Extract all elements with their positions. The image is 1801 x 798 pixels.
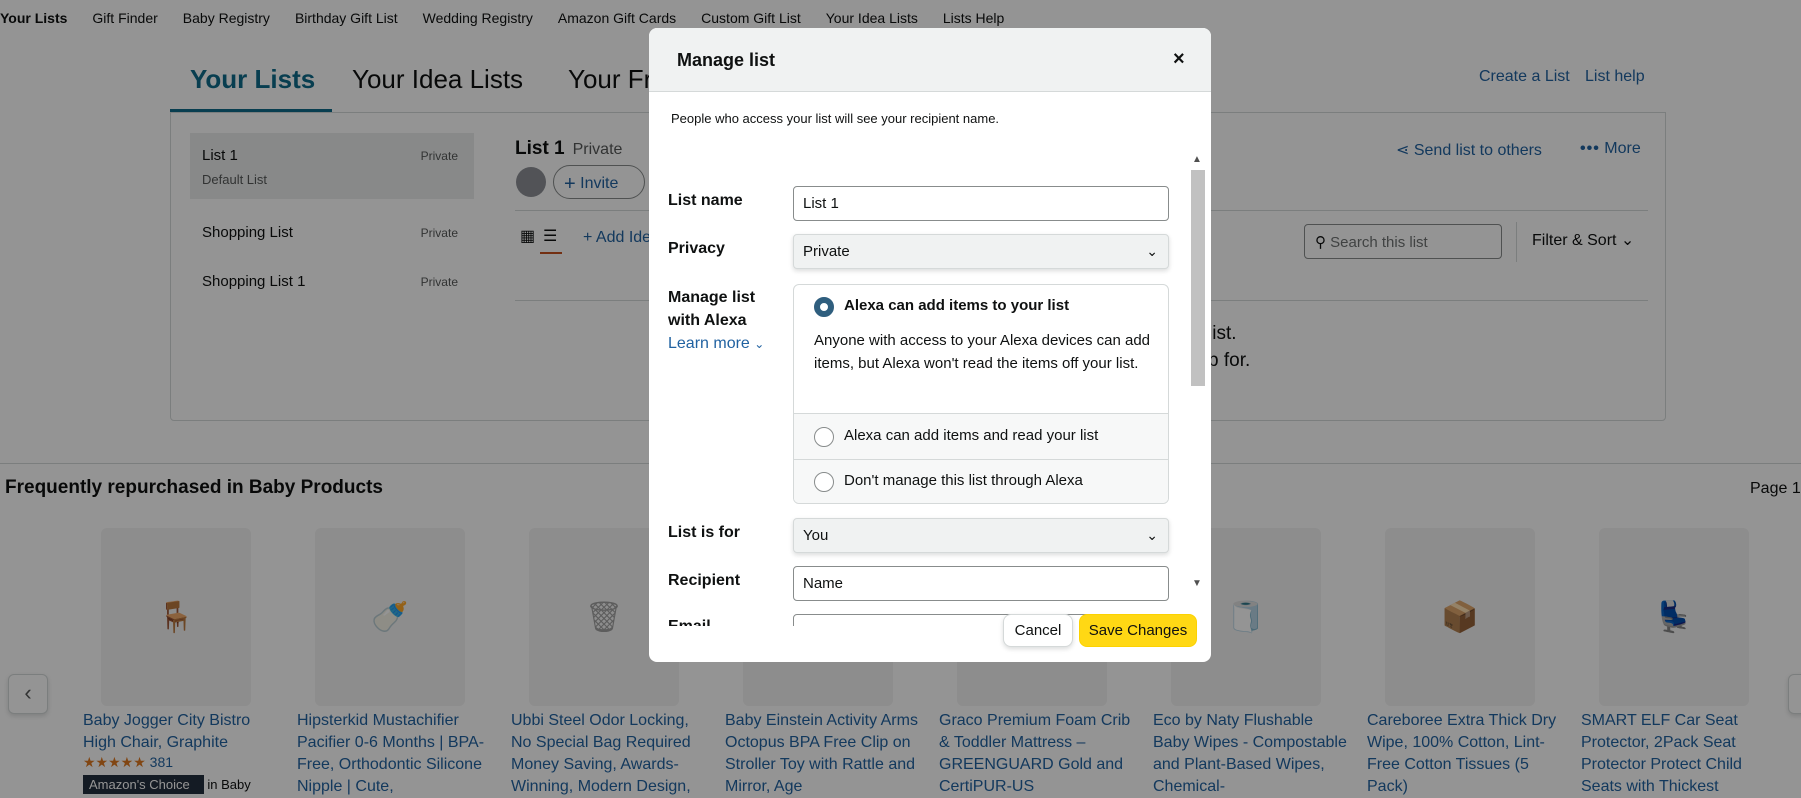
alexa-option-label: Alexa can add items and read your list bbox=[844, 427, 1099, 444]
scroll-up-arrow[interactable]: ▲ bbox=[1192, 154, 1202, 165]
close-icon[interactable]: × bbox=[1173, 48, 1185, 71]
manage-list-dialog: Manage list × People who access your lis… bbox=[649, 28, 1211, 662]
dialog-title: Manage list bbox=[677, 50, 776, 70]
alexa-option-label: Don't manage this list through Alexa bbox=[844, 472, 1083, 489]
alexa-label-line-1: Manage list bbox=[668, 289, 756, 306]
radio-dont-manage[interactable] bbox=[814, 472, 834, 492]
alexa-option-label: Alexa can add items to your list bbox=[844, 297, 1070, 314]
chevron-down-icon: ⌄ bbox=[754, 337, 765, 351]
scroll-down-arrow[interactable]: ▼ bbox=[1192, 578, 1202, 589]
chevron-down-icon: ⌄ bbox=[1146, 243, 1158, 259]
scrollbar-thumb[interactable] bbox=[1191, 170, 1205, 386]
radio-add-read[interactable] bbox=[814, 427, 834, 447]
save-changes-button[interactable]: Save Changes bbox=[1079, 614, 1197, 647]
dialog-header: Manage list × bbox=[649, 28, 1211, 92]
cancel-button[interactable]: Cancel bbox=[1003, 614, 1073, 647]
alexa-option-add-read[interactable]: Alexa can add items and read your list bbox=[794, 413, 1168, 459]
privacy-label: Privacy bbox=[668, 240, 725, 257]
dialog-scroll-area[interactable]: List name List 1 Privacy Private ⌄ Manage… bbox=[649, 146, 1211, 626]
alexa-label-line-2: with Alexa bbox=[668, 312, 747, 329]
alexa-option-description: Anyone with access to your Alexa devices… bbox=[814, 332, 1151, 372]
alexa-options: Alexa can add items to your list Anyone … bbox=[793, 284, 1169, 504]
list-for-value: You bbox=[803, 527, 829, 544]
learn-more-link[interactable]: Learn more ⌄ bbox=[668, 335, 764, 353]
alexa-option-add[interactable]: Alexa can add items to your list Anyone … bbox=[794, 285, 1168, 413]
recipient-label: Recipient bbox=[668, 572, 741, 589]
list-for-select[interactable]: You ⌄ bbox=[793, 518, 1169, 553]
recipient-input[interactable]: Name bbox=[793, 566, 1169, 601]
email-label: Email bbox=[668, 618, 711, 626]
list-for-label: List is for bbox=[668, 524, 741, 541]
radio-add-items[interactable] bbox=[814, 297, 834, 317]
privacy-select-value: Private bbox=[803, 243, 850, 260]
list-name-label: List name bbox=[668, 192, 743, 209]
alexa-option-none[interactable]: Don't manage this list through Alexa bbox=[794, 459, 1168, 503]
chevron-down-icon: ⌄ bbox=[1146, 527, 1158, 543]
list-name-input[interactable]: List 1 bbox=[793, 186, 1169, 221]
privacy-select[interactable]: Private ⌄ bbox=[793, 234, 1169, 269]
recipient-note: People who access your list will see you… bbox=[671, 111, 1000, 126]
learn-more-label: Learn more bbox=[668, 335, 750, 352]
